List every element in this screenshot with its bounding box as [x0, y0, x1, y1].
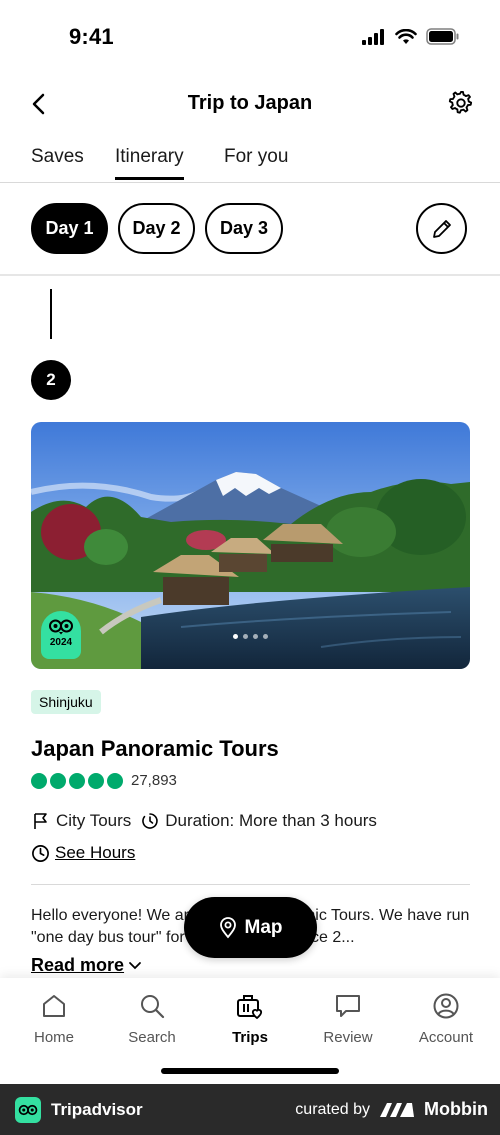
- gear-icon: [448, 90, 473, 114]
- footer-banner: Tripadvisor curated by Mobbin: [0, 1084, 500, 1135]
- status-bar: 9:41: [0, 0, 500, 75]
- clock-icon: [31, 844, 50, 863]
- read-more-label: Read more: [31, 955, 125, 975]
- curated-by-label: curated by: [295, 1100, 371, 1118]
- nav-home[interactable]: Home: [9, 988, 99, 1046]
- tab-bar: Saves Itinerary For you: [0, 138, 500, 183]
- carousel-dot: [233, 634, 238, 639]
- nav-search-label: Search: [128, 1029, 176, 1046]
- curated-by: curated by Mobbin: [295, 1099, 488, 1120]
- divider: [31, 884, 470, 885]
- day-3-button[interactable]: Day 3: [205, 203, 283, 254]
- flag-icon: [31, 811, 51, 831]
- wifi-icon: [395, 28, 417, 44]
- search-icon: [138, 988, 166, 1024]
- home-indicator: [161, 1068, 339, 1074]
- cellular-signal-icon: [362, 28, 384, 45]
- category-label: City Tours: [56, 811, 132, 830]
- carousel-dot: [243, 634, 248, 639]
- status-icons: [362, 28, 460, 45]
- timer-icon: [140, 811, 160, 831]
- status-time: 9:41: [69, 24, 114, 49]
- page-title: Trip to Japan: [187, 92, 313, 114]
- carousel-indicator: [31, 634, 470, 639]
- bottom-navigation: Home Search Trips Review Account: [0, 978, 500, 1084]
- nav-trips[interactable]: Trips: [205, 988, 295, 1046]
- nav-review-label: Review: [323, 1029, 373, 1046]
- carousel-dot: [263, 634, 268, 639]
- day-selector: Day 1 Day 2 Day 3: [0, 203, 500, 255]
- timeline-connector: [50, 289, 52, 339]
- account-icon: [432, 988, 460, 1024]
- day-2-button[interactable]: Day 2: [118, 203, 195, 254]
- battery-icon: [426, 28, 459, 45]
- settings-button[interactable]: [446, 88, 476, 118]
- header: Trip to Japan: [0, 80, 500, 130]
- attraction-photo[interactable]: 2024: [31, 422, 470, 669]
- rating-bubble: [107, 772, 123, 789]
- mobbin-logo-icon: [380, 1102, 415, 1117]
- see-hours-link[interactable]: See Hours: [55, 843, 135, 863]
- day-1-button[interactable]: Day 1: [31, 203, 108, 254]
- home-icon: [40, 988, 68, 1024]
- pencil-icon: [432, 219, 451, 238]
- rating-bubble: [88, 772, 104, 789]
- duration-label: Duration: More than 3 hours: [165, 811, 377, 830]
- chevron-down-icon: [129, 961, 141, 969]
- nav-home-label: Home: [33, 1029, 74, 1046]
- step-number-badge: 2: [31, 360, 71, 400]
- owl-logo-icon: [49, 619, 73, 635]
- divider: [0, 274, 500, 276]
- tab-saves[interactable]: Saves: [31, 146, 84, 177]
- map-pin-icon: [219, 916, 236, 938]
- read-more-link[interactable]: Read more: [31, 955, 142, 976]
- attraction-meta: City Tours Duration: More than 3 hours: [31, 811, 377, 831]
- rating-bubble: [31, 772, 47, 789]
- edit-button[interactable]: [416, 203, 467, 254]
- mount-fuji-photo: [31, 422, 470, 669]
- hours-row: See Hours: [31, 843, 135, 863]
- tab-for-you[interactable]: For you: [224, 146, 288, 177]
- location-tag: Shinjuku: [31, 690, 101, 714]
- map-button-label: Map: [244, 916, 283, 938]
- review-icon: [334, 988, 362, 1024]
- nav-account[interactable]: Account: [401, 988, 491, 1046]
- tripadvisor-logo-icon: [15, 1096, 41, 1123]
- brand-name: Tripadvisor: [51, 1099, 143, 1119]
- nav-account-label: Account: [418, 1029, 474, 1046]
- nav-review[interactable]: Review: [303, 988, 393, 1046]
- tripadvisor-brand: Tripadvisor: [15, 1096, 143, 1123]
- attraction-title[interactable]: Japan Panoramic Tours: [31, 736, 279, 762]
- carousel-dot: [253, 634, 258, 639]
- nav-search[interactable]: Search: [107, 988, 197, 1046]
- rating[interactable]: 27,893: [31, 772, 177, 789]
- nav-trips-label: Trips: [232, 1029, 268, 1046]
- trips-icon: [235, 988, 265, 1024]
- partner-name: Mobbin: [424, 1099, 488, 1119]
- map-button[interactable]: Map: [184, 897, 317, 958]
- review-count: 27,893: [131, 772, 177, 789]
- rating-bubble: [50, 772, 66, 789]
- tab-itinerary[interactable]: Itinerary: [115, 146, 184, 180]
- rating-bubble: [69, 772, 85, 789]
